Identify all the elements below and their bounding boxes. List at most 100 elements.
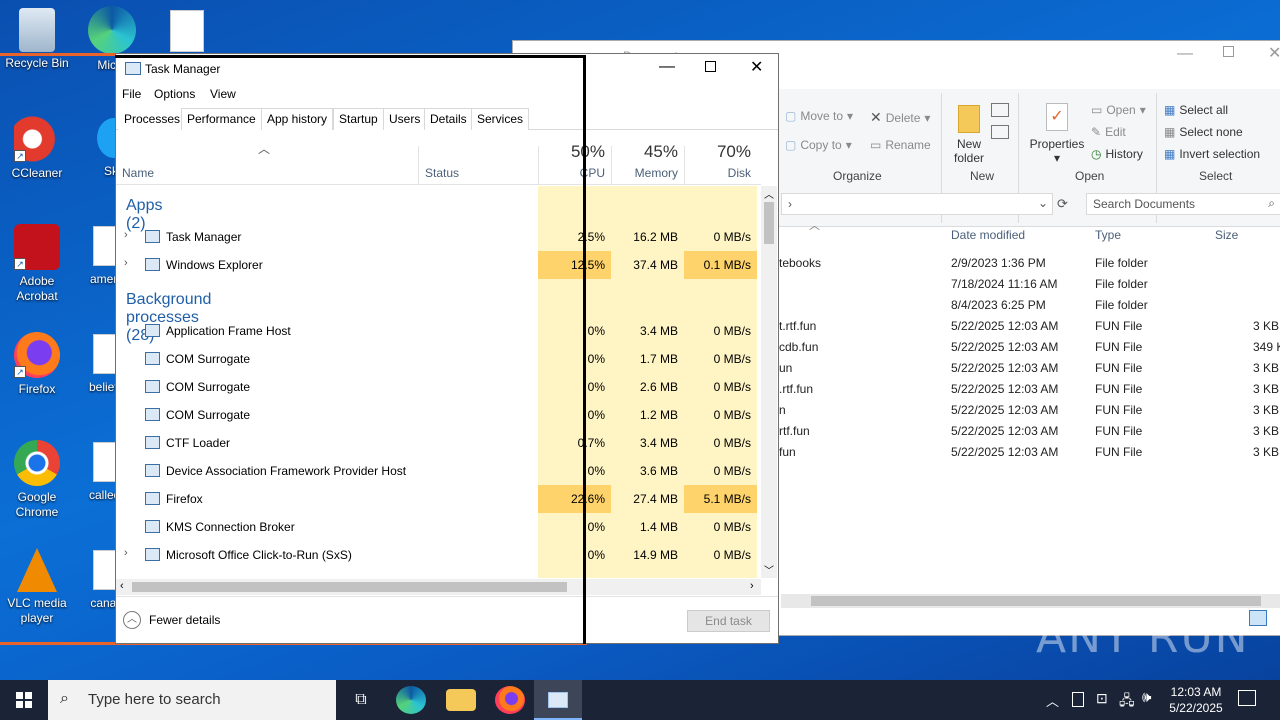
process-row[interactable]: COM Surrogate 0% 1.7 MB 0 MB/s bbox=[116, 345, 756, 373]
expand-icon[interactable]: › bbox=[124, 229, 128, 241]
address-bar[interactable]: › ⌄ bbox=[781, 193, 1053, 215]
task-manager-window[interactable]: Task Manager — ✕ File Options View Proce… bbox=[115, 53, 779, 644]
file-explorer-taskbar-icon[interactable] bbox=[446, 689, 476, 711]
scroll-left-icon[interactable]: ‹ bbox=[120, 580, 124, 592]
search-box[interactable]: Search Documents ⌕ bbox=[1086, 193, 1280, 215]
process-row[interactable]: COM Surrogate 0% 2.6 MB 0 MB/s bbox=[116, 373, 756, 401]
process-row[interactable]: › Microsoft Office Click-to-Run (SxS) 0% 14… bbox=[116, 541, 756, 569]
menu-options[interactable]: Options bbox=[154, 87, 195, 101]
ribbon-group-new: New bbox=[970, 169, 995, 183]
column-date-modified[interactable]: Date modified bbox=[951, 228, 1025, 242]
file-name: .rtf.fun bbox=[779, 382, 814, 396]
column-disk[interactable]: Disk bbox=[687, 166, 751, 180]
menu-view[interactable]: View bbox=[210, 87, 236, 101]
disk-total[interactable]: 70% bbox=[687, 142, 751, 162]
select-all-button[interactable]: ▦ Select all bbox=[1164, 103, 1228, 117]
end-task-button[interactable]: End task bbox=[687, 610, 770, 632]
rename-button[interactable]: ▭ Rename bbox=[870, 138, 931, 152]
tab-users[interactable]: Users bbox=[383, 108, 427, 130]
scroll-down-icon[interactable]: ﹀ bbox=[764, 562, 774, 577]
tab-app-history[interactable]: App history bbox=[261, 108, 334, 130]
process-icon bbox=[145, 380, 160, 393]
desktop-icon-adobe-acrobat[interactable]: ↗ Adobe Acrobat bbox=[2, 224, 72, 304]
process-row[interactable]: Device Association Framework Provider Ho… bbox=[116, 457, 756, 485]
minimize-icon[interactable]: — bbox=[1177, 45, 1193, 63]
process-row[interactable]: CTF Loader 0.7% 3.4 MB 0 MB/s bbox=[116, 429, 756, 457]
desktop-icon-firefox[interactable]: ↗ Firefox bbox=[2, 332, 72, 397]
file-type: File folder bbox=[1095, 256, 1148, 270]
memory-total[interactable]: 45% bbox=[614, 142, 678, 162]
expand-icon[interactable]: › bbox=[124, 257, 128, 269]
column-type[interactable]: Type bbox=[1095, 228, 1121, 242]
column-name[interactable]: Name bbox=[122, 166, 154, 180]
battery-icon[interactable] bbox=[1072, 692, 1084, 707]
details-view-icon[interactable] bbox=[1249, 610, 1267, 626]
header-line bbox=[116, 184, 761, 185]
minimize-icon[interactable]: — bbox=[659, 58, 675, 76]
invert-selection-button[interactable]: ▦ Invert selection bbox=[1164, 147, 1260, 161]
tm-tabs: Processes Performance App history Startu… bbox=[116, 106, 778, 130]
easy-access-icon[interactable] bbox=[991, 125, 1009, 139]
process-row[interactable]: Application Frame Host 0% 3.4 MB 0 MB/s bbox=[116, 317, 756, 345]
tab-details[interactable]: Details bbox=[424, 108, 473, 130]
desktop-icon-ccleaner[interactable]: ↗ CCleaner bbox=[2, 116, 72, 181]
expand-icon[interactable]: › bbox=[124, 547, 128, 559]
scroll-up-icon[interactable]: ︿ bbox=[764, 186, 774, 201]
scroll-right-icon[interactable]: › bbox=[750, 580, 754, 592]
copy-to-button[interactable]: ▢ Copy to ▾ bbox=[785, 138, 852, 152]
volume-icon[interactable]: 🕪 bbox=[1142, 689, 1151, 706]
menu-file[interactable]: File bbox=[122, 87, 141, 101]
fewer-details-button[interactable]: ︿ Fewer details bbox=[123, 611, 220, 629]
desktop-icon-google-chrome[interactable]: Google Chrome bbox=[2, 440, 72, 520]
move-to-button[interactable]: ▢ Move to ▾ bbox=[785, 109, 853, 123]
maximize-icon[interactable] bbox=[1223, 46, 1234, 57]
process-row[interactable]: › Task Manager 2.5% 16.2 MB 0 MB/s bbox=[116, 223, 756, 251]
tab-startup[interactable]: Startup bbox=[333, 108, 384, 130]
close-icon[interactable]: ✕ bbox=[750, 57, 763, 77]
explorer-hscroll[interactable] bbox=[781, 594, 1280, 608]
process-row[interactable]: COM Surrogate 0% 1.2 MB 0 MB/s bbox=[116, 401, 756, 429]
edit-button[interactable]: ✎ Edit bbox=[1091, 125, 1126, 139]
desktop-icon-recycle-bin[interactable]: Recycle Bin bbox=[2, 8, 72, 71]
task-manager-taskbar-button[interactable] bbox=[534, 680, 582, 720]
tab-processes[interactable]: Processes bbox=[118, 108, 187, 130]
chevron-up-icon[interactable]: ︿ bbox=[1046, 691, 1059, 710]
close-icon[interactable]: ✕ bbox=[1268, 43, 1280, 63]
desktop-icon-file[interactable] bbox=[170, 10, 204, 52]
column-size[interactable]: Size bbox=[1215, 228, 1238, 242]
cpu-total[interactable]: 50% bbox=[541, 142, 605, 162]
delete-button[interactable]: ✕ Delete ▾ bbox=[870, 109, 930, 126]
column-status[interactable]: Status bbox=[425, 166, 459, 180]
sort-arrow-icon: ︿ bbox=[809, 220, 820, 232]
column-cpu[interactable]: CPU bbox=[541, 166, 605, 180]
firefox-taskbar-icon[interactable] bbox=[495, 686, 525, 714]
open-button[interactable]: ▭ Open ▾ bbox=[1091, 103, 1146, 117]
start-button[interactable] bbox=[0, 680, 48, 720]
network-icon[interactable]: 🖧 bbox=[1119, 690, 1135, 714]
clock[interactable]: 12:03 AM 5/22/2025 bbox=[1164, 684, 1228, 716]
refresh-icon[interactable]: ⟳ bbox=[1057, 196, 1068, 212]
task-view-icon[interactable]: ⧉ bbox=[346, 686, 376, 714]
device-icon[interactable]: ⊡ bbox=[1096, 690, 1108, 707]
process-row[interactable]: › Windows Explorer 12.5% 37.4 MB 0.1 MB/s bbox=[116, 251, 757, 279]
file-type: FUN File bbox=[1095, 340, 1143, 354]
tab-performance[interactable]: Performance bbox=[181, 108, 262, 130]
tab-services[interactable]: Services bbox=[471, 108, 530, 130]
tm-horizontal-scrollbar[interactable]: ‹ › bbox=[116, 579, 761, 595]
notification-icon[interactable] bbox=[1238, 690, 1256, 706]
new-folder-button[interactable]: New folder bbox=[951, 105, 987, 165]
history-button[interactable]: ◷ History bbox=[1091, 147, 1143, 161]
edge-taskbar-icon[interactable] bbox=[396, 686, 426, 714]
select-none-button[interactable]: ▦ Select none bbox=[1164, 125, 1243, 139]
properties-button[interactable]: ✓ Properties ▾ bbox=[1025, 103, 1089, 165]
new-item-icon[interactable] bbox=[991, 103, 1009, 117]
process-row[interactable]: KMS Connection Broker 0% 1.4 MB 0 MB/s bbox=[116, 513, 756, 541]
column-memory[interactable]: Memory bbox=[614, 166, 678, 180]
scroll-thumb[interactable] bbox=[764, 202, 774, 244]
taskbar-search[interactable]: ⌕ Type here to search bbox=[48, 680, 336, 720]
desktop-icon-vlc[interactable]: VLC media player bbox=[2, 548, 72, 626]
maximize-icon[interactable] bbox=[705, 61, 716, 72]
process-row[interactable]: Firefox 22.6% 27.4 MB 5.1 MB/s bbox=[116, 485, 757, 513]
scroll-thumb[interactable] bbox=[132, 582, 567, 592]
tm-vertical-scrollbar[interactable]: ︿ ﹀ bbox=[761, 186, 777, 578]
